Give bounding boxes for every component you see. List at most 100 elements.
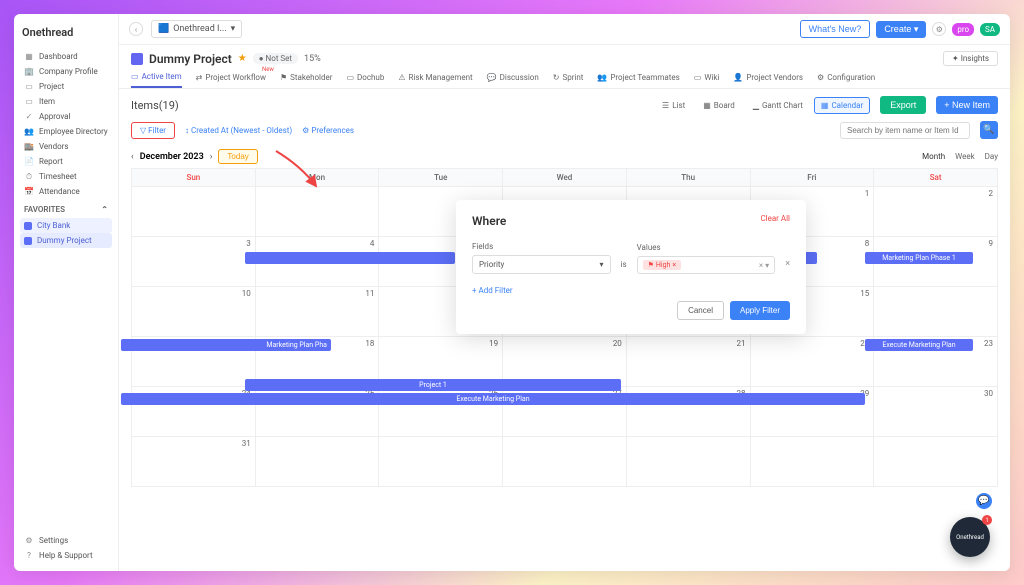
event-bar[interactable]: Execute Marketing Plan [121,393,865,405]
filter-button[interactable]: ▽ Filter [131,122,175,139]
calview-day[interactable]: Day [985,152,998,161]
calendar-cell[interactable]: 10 [132,287,256,337]
calendar-cell[interactable]: 3 [132,237,256,287]
new-item-button[interactable]: + New Item [936,96,998,114]
search-input[interactable] [840,122,970,139]
today-button[interactable]: Today [218,149,257,164]
tab-configuration[interactable]: ⚙Configuration [817,72,875,88]
avatar[interactable]: SA [980,23,1000,36]
event-bar[interactable] [245,252,455,264]
event-bar[interactable]: Marketing Plan Pha [121,339,331,351]
view-label: Gantt Chart [762,101,803,110]
apply-filter-button[interactable]: Apply Filter [730,301,790,320]
remove-row-button[interactable]: × [785,259,790,274]
tab-project-vendors[interactable]: 👤Project Vendors [733,72,803,88]
next-month-button[interactable]: › [210,152,213,162]
calendar-cell[interactable]: 2 [874,187,998,237]
badge-pro[interactable]: pro [952,23,974,36]
calendar-cell[interactable] [874,287,998,337]
help-bubble[interactable]: 💬 [976,493,992,509]
star-icon[interactable]: ★ [238,53,247,64]
calendar-cell[interactable] [874,437,998,487]
tab-project-workflow[interactable]: ⇄Project WorkflowNew [196,72,266,88]
favorite-dummy-project[interactable]: Dummy Project [20,233,112,248]
calview-week[interactable]: Week [955,152,975,161]
calendar-cell[interactable] [626,437,750,487]
sidebar-help-support[interactable]: ?Help & Support [20,548,112,563]
sidebar-item-project[interactable]: ▭Project [20,79,112,94]
sidebar-item-company-profile[interactable]: 🏢Company Profile [20,64,112,79]
calendar-cell[interactable] [379,437,503,487]
calendar-cell[interactable] [503,437,627,487]
fields-label: Fields [472,242,611,251]
create-button[interactable]: Create ▾ [876,21,926,38]
sort-button[interactable]: ↕ Created At (Newest - Oldest) [185,126,292,135]
tab-sprint[interactable]: ↻Sprint [553,72,584,88]
day-header: Fri [750,169,874,187]
tab-icon: ↻ [553,73,560,82]
tab-dochub[interactable]: ▭Dochub [346,72,384,88]
view-board[interactable]: ▦Board [696,97,742,114]
settings-icon[interactable]: ⚙ [932,22,946,36]
add-filter-button[interactable]: + Add Filter [472,286,790,295]
field-select[interactable]: Priority▾ [472,255,611,274]
event-bar[interactable]: Execute Marketing Plan [865,339,973,351]
sidebar-item-approval[interactable]: ✓Approval [20,109,112,124]
event-bar[interactable]: Project 1 [245,379,621,391]
calendar-cell[interactable] [132,187,256,237]
back-button[interactable]: ‹ [129,22,143,36]
whats-new-button[interactable]: What's New? [800,20,871,38]
tab-stakeholder[interactable]: ⚑Stakeholder [280,72,333,88]
sidebar-item-timesheet[interactable]: ⏱Timesheet [20,169,112,184]
calendar-cell[interactable] [750,437,874,487]
clear-all-button[interactable]: Clear All [760,214,790,228]
insights-button[interactable]: ✦ Insights [943,51,998,66]
sidebar-item-attendance[interactable]: 📅Attendance [20,184,112,199]
tab-discussion[interactable]: 💬Discussion [487,72,539,88]
chat-fab[interactable]: Onethread 1 [950,517,990,557]
favorite-city-bank[interactable]: City Bank [20,218,112,233]
prev-month-button[interactable]: ‹ [131,152,134,162]
nav-icon: ? [24,552,34,560]
sidebar-item-employee-directory[interactable]: 👥Employee Directory [20,124,112,139]
calview-month[interactable]: Month [922,152,945,161]
calendar-cell[interactable] [255,437,379,487]
sidebar-item-report[interactable]: 📄Report [20,154,112,169]
sidebar-settings[interactable]: ⚙Settings [20,533,112,548]
tab-wiki[interactable]: ▭Wiki [694,72,720,88]
search-icon[interactable]: 🔍 [980,121,998,139]
day-header: Wed [503,169,627,187]
sidebar-item-item[interactable]: ▭Item [20,94,112,109]
nav-label: Employee Directory [39,127,108,136]
workspace-icon: 🟦 [158,24,169,34]
remove-chip-icon[interactable]: × [672,261,676,269]
tab-project-teammates[interactable]: 👥Project Teammates [597,72,679,88]
value-select[interactable]: ⚑High × × ▾ [637,256,776,274]
sidebar-item-dashboard[interactable]: ▦Dashboard [20,49,112,64]
tab-risk-management[interactable]: ⚠Risk Management [398,72,472,88]
high-chip[interactable]: ⚑High × [643,260,682,270]
chevron-up-icon[interactable]: ⌃ [101,205,108,214]
calendar-cell[interactable]: 30 [874,387,998,437]
view-list[interactable]: ☰List [655,97,692,114]
nav-icon: 📄 [24,158,34,166]
calendar-cell[interactable]: 21 [626,337,750,387]
calendar-cell[interactable]: 22 [750,337,874,387]
status-badge[interactable]: ● Not Set [253,53,298,64]
view-gantt-chart[interactable]: ▁Gantt Chart [746,97,810,114]
calendar-cell[interactable]: 31 [132,437,256,487]
event-bar[interactable]: Marketing Plan Phase 1 [865,252,973,264]
calendar-cell[interactable] [255,187,379,237]
preferences-button[interactable]: ⚙ Preferences [302,126,354,135]
tab-active-item[interactable]: ▭Active Item [131,72,182,88]
cancel-button[interactable]: Cancel [677,301,724,320]
day-header: Sun [132,169,256,187]
calendar-cell[interactable]: 11 [255,287,379,337]
export-button[interactable]: Export [880,96,926,114]
workspace-select[interactable]: 🟦 Onethread I...▾ [151,20,242,38]
view-calendar[interactable]: ▦Calendar [814,97,870,114]
sidebar-item-vendors[interactable]: 🏬Vendors [20,139,112,154]
nav-icon: ⏱ [24,173,34,181]
tab-label: Active Item [142,72,182,81]
tab-icon: ▭ [131,72,139,81]
